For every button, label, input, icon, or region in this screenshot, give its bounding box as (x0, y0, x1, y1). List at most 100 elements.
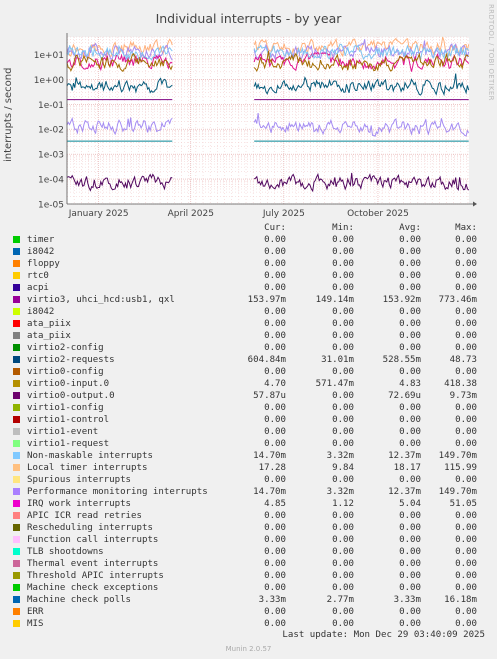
legend-max: 0.00 (455, 307, 477, 317)
y-tick-label: 1e-05 (38, 201, 64, 211)
legend-name: Thermal event interrupts (27, 559, 159, 569)
legend-avg: 0.00 (399, 427, 421, 437)
legend-avg: 0.00 (399, 343, 421, 353)
legend-cur: 0.00 (264, 319, 286, 329)
legend-swatch (13, 260, 20, 267)
legend-swatch (13, 416, 20, 423)
legend-cur: 0.00 (264, 571, 286, 581)
legend-avg: 153.92m (382, 295, 421, 305)
y-tick-label: 1e-04 (38, 176, 64, 186)
legend-row: TLB shootdowns 0.00 0.00 0.00 0.00 (0, 546, 497, 558)
legend-swatch (13, 584, 20, 591)
legend-min: 0.00 (332, 343, 354, 353)
legend-avg: 0.00 (399, 439, 421, 449)
legend-avg: 0.00 (399, 247, 421, 257)
legend-swatch (13, 452, 20, 459)
legend-name: timer (27, 235, 55, 245)
legend-name: Spurious interrupts (27, 475, 132, 485)
legend-avg: 0.00 (399, 403, 421, 413)
legend-min: 0.00 (332, 367, 354, 377)
legend-max: 418.38 (444, 379, 477, 389)
legend-cur: 0.00 (264, 403, 286, 413)
legend-name: virtio1-control (27, 415, 110, 425)
legend-name: virtio1-event (27, 427, 99, 437)
legend-avg: 0.00 (399, 235, 421, 245)
header-cur: Cur: (264, 223, 286, 233)
legend-max: 0.00 (455, 259, 477, 269)
legend-swatch (13, 596, 20, 603)
legend-cur: 0.00 (264, 511, 286, 521)
legend-min: 3.32m (326, 451, 354, 461)
legend-name: Machine check exceptions (27, 583, 159, 593)
legend-cur: 0.00 (264, 271, 286, 281)
legend-max: 0.00 (455, 571, 477, 581)
legend-cur: 0.00 (264, 283, 286, 293)
legend-name: virtio2-requests (27, 355, 115, 365)
legend-row: virtio1-request 0.00 0.00 0.00 0.00 (0, 438, 497, 450)
legend-max: 0.00 (455, 547, 477, 557)
legend-max: 149.70m (438, 487, 477, 497)
legend-max: 9.73m (449, 391, 477, 401)
legend-min: 0.00 (332, 319, 354, 329)
legend-row: virtio2-config 0.00 0.00 0.00 0.00 (0, 342, 497, 354)
legend-avg: 12.37m (388, 451, 421, 461)
legend-cur: 0.00 (264, 535, 286, 545)
legend-swatch (13, 404, 20, 411)
legend-swatch (13, 296, 20, 303)
legend-row: Performance monitoring interrupts 14.70m 3… (0, 486, 497, 498)
y-tick-label: 1e-02 (38, 126, 64, 136)
legend-name: Local timer interrupts (27, 463, 148, 473)
legend-name: virtio1-request (27, 439, 110, 449)
legend-swatch (13, 428, 20, 435)
legend-row: virtio3, uhci_hcd:usb1, qxl 153.97m 149.14… (0, 294, 497, 306)
legend-max: 773.46m (438, 295, 477, 305)
legend-avg: 528.55m (382, 355, 421, 365)
legend-name: virtio1-config (27, 403, 104, 413)
legend-cur: 14.70m (253, 451, 286, 461)
legend-name: ERR (27, 607, 44, 617)
legend-avg: 0.00 (399, 547, 421, 557)
legend-max: 0.00 (455, 427, 477, 437)
legend-min: 0.00 (332, 331, 354, 341)
legend-cur: 0.00 (264, 523, 286, 533)
legend-row: Non-maskable interrupts 14.70m 3.32m 12.37m… (0, 450, 497, 462)
legend-row: Spurious interrupts 0.00 0.00 0.00 0.00 (0, 474, 497, 486)
legend-swatch (13, 392, 20, 399)
legend-name: Rescheduling interrupts (27, 523, 153, 533)
x-tick-label: April 2025 (168, 209, 214, 219)
legend-row: Threshold APIC interrupts 0.00 0.00 0.00 0.0… (0, 570, 497, 582)
legend-avg: 3.33m (393, 595, 421, 605)
legend-max: 0.00 (455, 343, 477, 353)
legend-row: virtio1-event 0.00 0.00 0.00 0.00 (0, 426, 497, 438)
legend-swatch (13, 524, 20, 531)
legend-min: 0.00 (332, 583, 354, 593)
legend-cur: 0.00 (264, 559, 286, 569)
legend-row: floppy 0.00 0.00 0.00 0.00 (0, 258, 497, 270)
legend-row: rtc0 0.00 0.00 0.00 0.00 (0, 270, 497, 282)
legend-row: virtio0-output.0 57.87u 0.00 72.69u 9.73m (0, 390, 497, 402)
legend-max: 0.00 (455, 619, 477, 629)
legend-name: virtio2-config (27, 343, 104, 353)
legend-row: Function call interrupts 0.00 0.00 0.00 0.00 (0, 534, 497, 546)
legend-min: 571.47m (315, 379, 354, 389)
legend-cur: 0.00 (264, 547, 286, 557)
legend-swatch (13, 464, 20, 471)
legend-min: 0.00 (332, 259, 354, 269)
legend-max: 0.00 (455, 475, 477, 485)
legend-cur: 0.00 (264, 331, 286, 341)
legend-name: rtc0 (27, 271, 49, 281)
legend-name: virtio0-output.0 (27, 391, 115, 401)
legend-max: 0.00 (455, 403, 477, 413)
legend-avg: 0.00 (399, 283, 421, 293)
legend-min: 0.00 (332, 283, 354, 293)
legend-swatch (13, 608, 20, 615)
legend-avg: 0.00 (399, 559, 421, 569)
legend-cur: 0.00 (264, 247, 286, 257)
legend-max: 0.00 (455, 235, 477, 245)
legend-swatch (13, 440, 20, 447)
legend-swatch (13, 500, 20, 507)
legend-swatch (13, 560, 20, 567)
legend-min: 0.00 (332, 427, 354, 437)
legend-min: 0.00 (332, 511, 354, 521)
legend-cur: 604.84m (247, 355, 286, 365)
